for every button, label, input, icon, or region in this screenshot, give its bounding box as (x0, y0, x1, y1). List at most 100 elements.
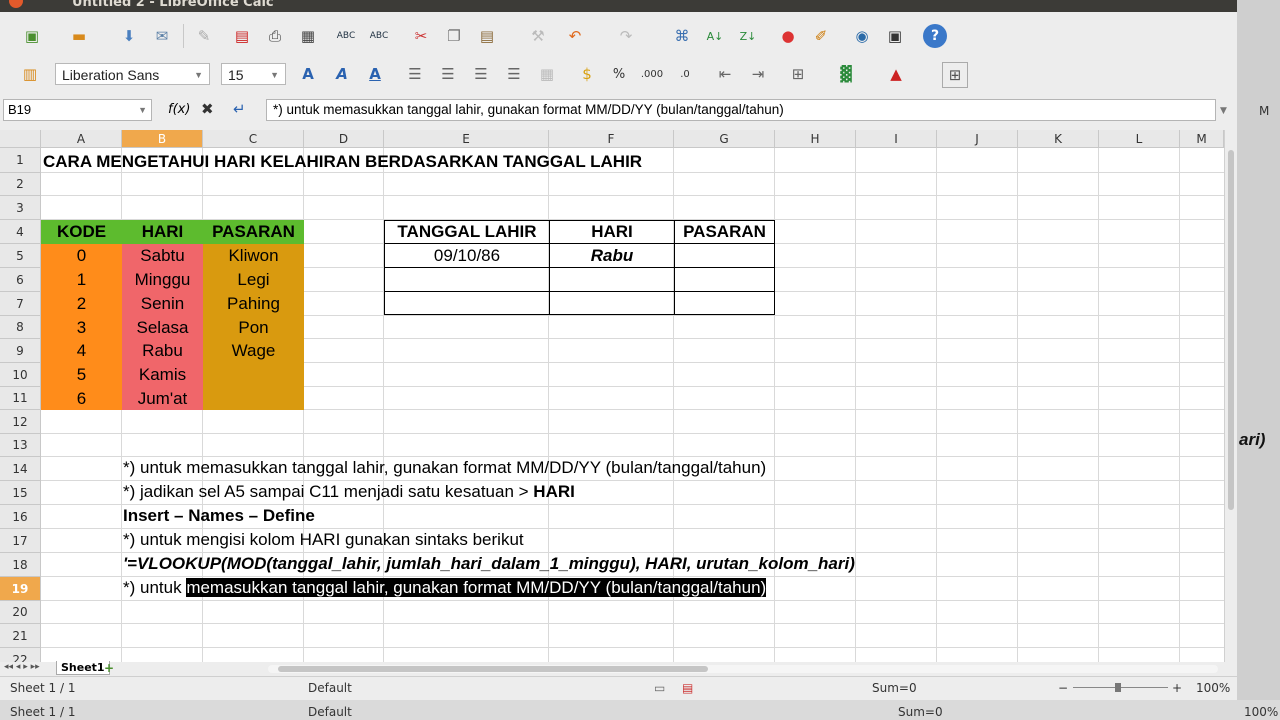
insert-chart-icon[interactable]: ● (776, 24, 800, 48)
redo-icon[interactable]: ↷ (614, 24, 638, 48)
gallery-icon[interactable]: ▣ (883, 24, 907, 48)
lookup-pasaran-cell[interactable]: Legi (203, 268, 304, 292)
save-icon[interactable]: ⬇ (117, 24, 141, 48)
underline-icon[interactable]: A (363, 62, 387, 86)
header-kode[interactable]: KODE (41, 220, 122, 244)
result-hari[interactable]: Rabu (549, 243, 675, 268)
sort-ascending-icon[interactable]: A↓ (703, 24, 727, 48)
cut-icon[interactable]: ✂ (409, 24, 433, 48)
lookup-pasaran-cell[interactable] (203, 387, 304, 410)
selection-mode-icon[interactable]: ▭ (654, 681, 665, 695)
standard-number-format-icon[interactable]: .000 (640, 62, 664, 86)
lookup-hari-cell[interactable]: Rabu (122, 339, 203, 363)
lookup-hari-cell[interactable]: Senin (122, 292, 203, 316)
column-header[interactable]: K (1018, 130, 1099, 148)
justify-icon[interactable]: ☰ (502, 62, 526, 86)
column-header[interactable]: L (1099, 130, 1180, 148)
lookup-pasaran-cell[interactable]: Pahing (203, 292, 304, 316)
borders-icon[interactable]: ⊞ (786, 62, 810, 86)
merge-cells-icon[interactable]: ▦ (535, 62, 559, 86)
function-wizard-icon[interactable]: f(x) (168, 102, 190, 117)
font-size-box[interactable]: 15 ▼ (221, 63, 286, 85)
result-empty-cell[interactable] (674, 291, 775, 315)
lookup-kode-cell[interactable]: 2 (41, 292, 122, 316)
column-header[interactable]: F (549, 130, 674, 148)
result-empty-cell[interactable] (384, 267, 550, 292)
row-header[interactable]: 11 (0, 387, 41, 410)
result-empty-cell[interactable] (674, 267, 775, 292)
accept-icon[interactable]: ↵ (233, 100, 246, 118)
lookup-hari-cell[interactable]: Selasa (122, 316, 203, 339)
lookup-hari-cell[interactable]: Jum'at (122, 387, 203, 410)
column-header[interactable]: E (384, 130, 549, 148)
column-header[interactable]: B (122, 130, 203, 148)
result-tanggal[interactable]: 09/10/86 (384, 243, 550, 268)
result-empty-cell[interactable] (549, 267, 675, 292)
increase-indent-icon[interactable]: ⇥ (746, 62, 770, 86)
sheet-title[interactable]: CARA MENGETAHUI HARI KELAHIRAN BERDASARK… (43, 150, 642, 173)
zoom-slider-thumb[interactable] (1115, 683, 1121, 692)
row-header[interactable]: 2 (0, 173, 41, 196)
show-draw-functions-icon[interactable]: ✐ (809, 24, 833, 48)
lookup-kode-cell[interactable]: 1 (41, 268, 122, 292)
lookup-pasaran-cell[interactable]: Wage (203, 339, 304, 363)
column-header[interactable]: C (203, 130, 304, 148)
lookup-pasaran-cell[interactable] (203, 363, 304, 387)
hyperlink-icon[interactable]: ⌘ (670, 24, 694, 48)
currency-format-icon[interactable]: $ (575, 62, 599, 86)
chevron-down-icon[interactable]: ▼ (138, 100, 147, 120)
toggle-grid-icon[interactable]: ⊞ (942, 62, 968, 88)
note-syntax-intro[interactable]: *) untuk mengisi kolom HARI gunakan sint… (123, 528, 524, 552)
note-editing-cell[interactable]: *) untuk memasukkan tanggal lahir, gunak… (123, 576, 767, 600)
zoom-in-icon[interactable]: + (1172, 681, 1182, 695)
note-menu-path[interactable]: Insert – Names – Define (123, 504, 315, 528)
column-header[interactable]: J (937, 130, 1018, 148)
row-header[interactable]: 19 (0, 577, 41, 601)
column-header[interactable]: A (41, 130, 122, 148)
chevron-down-icon[interactable]: ▼ (1220, 106, 1227, 116)
row-header[interactable]: 8 (0, 316, 41, 339)
percent-format-icon[interactable]: % (607, 62, 631, 86)
column-header[interactable]: D (304, 130, 384, 148)
formula-input[interactable]: *) untuk memasukkan tanggal lahir, gunak… (266, 99, 1216, 121)
export-pdf-icon[interactable]: ▤ (230, 24, 254, 48)
print-icon[interactable]: ⎙ (263, 24, 287, 48)
export-icon[interactable]: ✉ (150, 24, 174, 48)
horizontal-scroll-thumb[interactable] (278, 666, 708, 672)
result-header-pasaran[interactable]: PASARAN (674, 220, 775, 244)
row-header[interactable]: 18 (0, 553, 41, 577)
column-header[interactable]: I (856, 130, 937, 148)
chevron-down-icon[interactable]: ▼ (194, 64, 203, 86)
result-empty-cell[interactable] (384, 291, 550, 315)
row-header[interactable]: 1 (0, 148, 41, 173)
result-pasaran[interactable] (674, 243, 775, 268)
sheet-tab-sheet1[interactable]: Sheet1 (56, 661, 110, 675)
result-empty-cell[interactable] (549, 291, 675, 315)
horizontal-scrollbar[interactable] (268, 665, 1218, 673)
clone-formatting-icon[interactable]: ⚒ (526, 24, 550, 48)
lookup-kode-cell[interactable]: 6 (41, 387, 122, 410)
row-header[interactable]: 21 (0, 624, 41, 648)
undo-icon[interactable]: ↶ (563, 24, 587, 48)
vertical-scroll-thumb[interactable] (1228, 150, 1234, 510)
new-document-icon[interactable]: ▣ (20, 24, 44, 48)
align-right-icon[interactable]: ☰ (469, 62, 493, 86)
background-color-icon[interactable]: ▓ (834, 62, 858, 86)
autospellcheck-icon[interactable]: ABC (367, 24, 391, 48)
lookup-pasaran-cell[interactable]: Pon (203, 316, 304, 339)
edit-mode-icon[interactable]: ✎ (192, 24, 216, 48)
sort-descending-icon[interactable]: Z↓ (736, 24, 760, 48)
row-header[interactable]: 14 (0, 457, 41, 481)
column-header[interactable]: G (674, 130, 775, 148)
row-header[interactable]: 5 (0, 244, 41, 268)
lookup-hari-cell[interactable]: Minggu (122, 268, 203, 292)
row-header[interactable]: 10 (0, 363, 41, 387)
row-header[interactable]: 3 (0, 196, 41, 220)
print-preview-icon[interactable]: ▦ (296, 24, 320, 48)
spellcheck-icon[interactable]: ABC (334, 24, 358, 48)
row-header[interactable]: 13 (0, 434, 41, 457)
copy-icon[interactable]: ❐ (442, 24, 466, 48)
cancel-icon[interactable]: ✖ (201, 100, 214, 118)
note-date-format[interactable]: *) untuk memasukkan tanggal lahir, gunak… (123, 456, 766, 480)
row-header[interactable]: 7 (0, 292, 41, 316)
